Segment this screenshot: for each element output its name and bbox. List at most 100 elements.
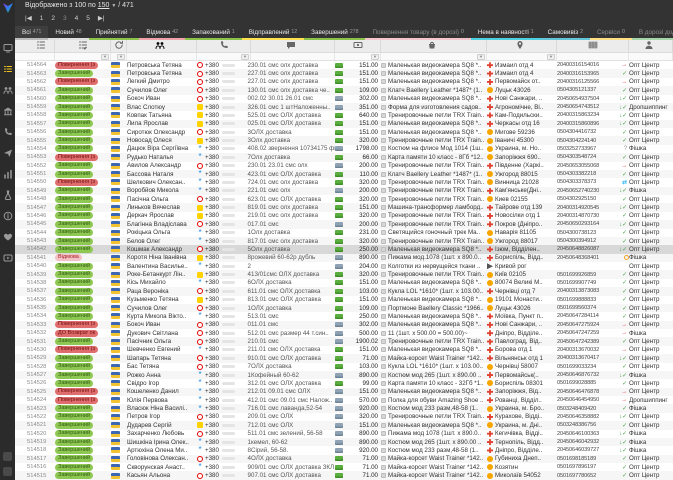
table-row[interactable]: 514540 Завершений Валентина Василье.. * +380… [15,262,673,270]
chevron-down-icon[interactable]: ▼ [111,3,116,9]
filter-dropdown-moneygrp[interactable]: ▼ [371,53,379,60]
table-row[interactable]: 514561 Завершений Сучилов Олег +380 1 30.01 с… [15,86,673,95]
table-row[interactable]: 514521 Завершений Дударев Сергій +380 7 12.01… [15,421,673,430]
table-row[interactable]: 514535 Завершений Сучилов Олег +380 1 ОЛХ дос… [15,303,673,313]
filter-dropdown-product[interactable]: ▼ [477,53,485,60]
sidebar-item-call[interactable] [3,124,13,135]
app-logo-icon[interactable] [2,2,14,14]
column-header-phonegrp[interactable] [197,40,251,52]
table-row[interactable]: 514534 Завершений Курта Микола Вікто.. * +38… [15,312,673,320]
help-icon[interactable] [3,452,12,461]
sidebar-item-clients[interactable] [3,82,13,94]
table-row[interactable]: 514538 Завершений Кісь Михайло * +380 6 ОЛХ до… [15,279,673,287]
user-avatar[interactable] [3,467,12,476]
table-row[interactable]: 514541 Відмова Коротя Ніна Іванівна +380 8 ро… [15,253,673,262]
sidebar-item-lab[interactable] [3,187,13,200]
column-header-id[interactable] [15,40,55,52]
table-row[interactable]: 514517 Завершений Головінова Олексан.. +380… [15,454,673,463]
page-size-select[interactable]: 150 [98,2,110,9]
filter-dropdown-delivery[interactable]: ▼ [547,53,555,60]
table-row[interactable]: 514563 Завершений Петровська Тетяна +380 2 27… [15,69,673,78]
table-row[interactable]: 514524 Повернення (з Юлія Первова * +380 4 12.… [15,396,673,404]
product-name: Клатч Baellery Leather *1487* (1.. [388,170,483,178]
table-row[interactable]: 514543 Завершений Белов Олег * +380 8 17.01 см… [15,236,673,246]
pager-page-3[interactable]: 3 [63,15,67,22]
table-row[interactable]: 514516 Завершений Скворунская Анаст.. * +380… [15,463,673,471]
column-header-product[interactable] [381,40,487,52]
table-row[interactable]: 514560 Завершений Бокоч Иван +380 0 02.02 30.… [15,95,673,103]
table-row[interactable]: 514544 Завершений Рокіцька Ольга * +380 1 Олх … [15,229,673,237]
pager-page-5[interactable]: 5 [86,15,90,22]
column-header-manager[interactable] [629,40,673,52]
pager-page-2[interactable]: 2 [51,15,55,22]
table-row[interactable]: 514547 Завершений Линьков Вячеслав +380 8 19.… [15,203,673,212]
table-row[interactable]: 514519 Завершений Шишкіна Ірина Олек.. * +38… [15,437,673,447]
sidebar-item-send[interactable] [3,145,13,157]
table-row[interactable]: 514536 Завершений Кузьменко Тетяна +380 8 13.… [15,296,673,304]
column-header-status[interactable] [55,40,111,52]
table-row[interactable]: 514532 ДО Возврат ок Дукович Світлана +380 5… [15,329,673,337]
table-row[interactable]: 514559 Завершений Влас Слотюу +380 3 26.01 см… [15,102,673,112]
column-header-ttn[interactable] [557,40,629,52]
sidebar-item-care[interactable] [3,229,13,241]
column-header-delivery[interactable] [487,40,557,52]
table-row[interactable]: 514551 Завершений Бассова Наталя * +380 4 23.0… [15,169,673,179]
table-row[interactable]: 514557 Завершений Лила Ярослав +380 0 25.01 с… [15,119,673,128]
tab-4[interactable]: Запакований 1 [185,26,242,40]
table-row[interactable]: 514526 Завершений Свідро Ігор * +380 3 12.01 с… [15,379,673,387]
table-row[interactable]: 514523 Завершений Власюк Ніна Василі.. * +38… [15,404,673,413]
table-row[interactable]: 514522 Завершений Петров Ігор +380 2 09.01 см… [15,413,673,421]
filter-dropdown-status[interactable]: ▼ [101,53,109,60]
table-row[interactable]: 514550 Повернення (з Шелкович Олексан.. * +3… [15,178,673,186]
table-row[interactable]: 514548 Завершений Пасічна Ольга +380 6 23.01 … [15,195,673,203]
table-row[interactable]: 514558 Завершений Ковпак Татьяна +380 5 25.01… [15,111,673,119]
pager-first-button[interactable]: |◀ [25,14,32,22]
table-row[interactable]: 514549 Завершений Воробйов Микола * +380 2 21.… [15,186,673,195]
lifecell-icon [197,137,203,144]
filter-dropdown-phonegrp[interactable]: ▼ [241,53,249,60]
table-row[interactable]: 514525 Повернення (з Кошеленко Данил * +380 2… [15,387,673,396]
table-row[interactable]: 514530 Повернення (з Шевченко Евгений * +380… [15,346,673,354]
table-row[interactable]: 514553 Повернення (з Рудько Наталья * +380 7 О… [15,153,673,162]
table-row[interactable]: 514545 Завершений Благінна Владіслава +380 0… [15,220,673,229]
table-row[interactable]: 514546 Завершений Деркач Ярослав +380 2 19.01… [15,212,673,220]
table-row[interactable]: 514520 Завершений Захарченко Любовь +380 5 11… [15,430,673,438]
table-row[interactable]: 514528 Завершений Бас Тетяна +380 7 ОЛХ доста… [15,363,673,371]
sidebar-item-video[interactable] [3,250,13,262]
order-status: Завершений [55,471,111,480]
table-row[interactable]: 514564 Повернення (з Петровська Тетяна +380… [15,61,673,69]
table-row[interactable]: 514515 Завершений Касьян Альона +380 9 07.01 … [15,471,673,480]
column-header-moneygrp[interactable] [335,40,381,52]
table-row[interactable]: 514527 Завершений Рожко Анна * +380 1 Кофейный… [15,370,673,380]
vodafone-icon [197,355,203,362]
pager-last-button[interactable]: ▶| [98,14,105,22]
tab-7[interactable]: Повернення товару (в дорозі) 0 [365,26,471,40]
tab-9[interactable]: Самовивіз 2 [540,26,590,40]
sidebar-item-orders[interactable] [3,61,13,72]
table-row[interactable]: 514518 Завершений Артюхіна Олена Ми.. * +380… [15,446,673,454]
tab-8[interactable]: Нема в наявності 1 [470,26,541,40]
table-row[interactable]: 514552 Завершений Авилов Александр +380 2 30.… [15,162,673,170]
table-row[interactable]: 514562 Повернення (з Легкий Дмитро +380 2 27.… [15,78,673,86]
table-row[interactable]: 514542 Завершений Кошмак Александр +380 5 Олх… [15,245,673,254]
table-row[interactable]: 514537 Завершений Раца Вероніка +380 6 11.01 … [15,287,673,296]
table-row[interactable]: 514531 Завершений Пасічник Ольга +380 2 10.01… [15,337,673,346]
table-row[interactable]: 514529 Завершений Шапарь Тетяна +380 9 10.01 … [15,354,673,363]
sidebar-item-board[interactable] [3,40,13,53]
table-row[interactable]: 514555 Завершений Новосад Олеся +380 3 Олх до… [15,136,673,145]
tab-all[interactable]: Всі 471 [15,26,49,40]
column-header-sms[interactable] [251,40,335,52]
pager-page-4[interactable]: 4 [75,15,79,22]
column-header-name[interactable] [127,40,197,52]
table-row[interactable]: 514539 Завершений Роке-Бетанкурт Лін.. +380… [15,270,673,279]
column-header-flag[interactable] [111,40,127,52]
sidebar-item-bank[interactable] [3,103,13,116]
table-row[interactable]: 514554 Завершений Дацюк Віра Сергіївна * +38… [15,145,673,153]
table-row[interactable]: 514533 Повернення (з Бокоч Иван +380 0 11.01 … [15,320,673,329]
filter-dropdown-flag[interactable]: ▼ [117,53,125,60]
sidebar-item-stats[interactable] [3,166,13,179]
pager-page-1[interactable]: 1 [40,15,44,22]
tab-10[interactable]: Сервіси 0 [589,26,632,40]
table-row[interactable]: 514556 Завершений Сиротюк Олександр +380 3 ОЛ… [15,128,673,136]
sidebar-item-info[interactable] [3,208,13,221]
